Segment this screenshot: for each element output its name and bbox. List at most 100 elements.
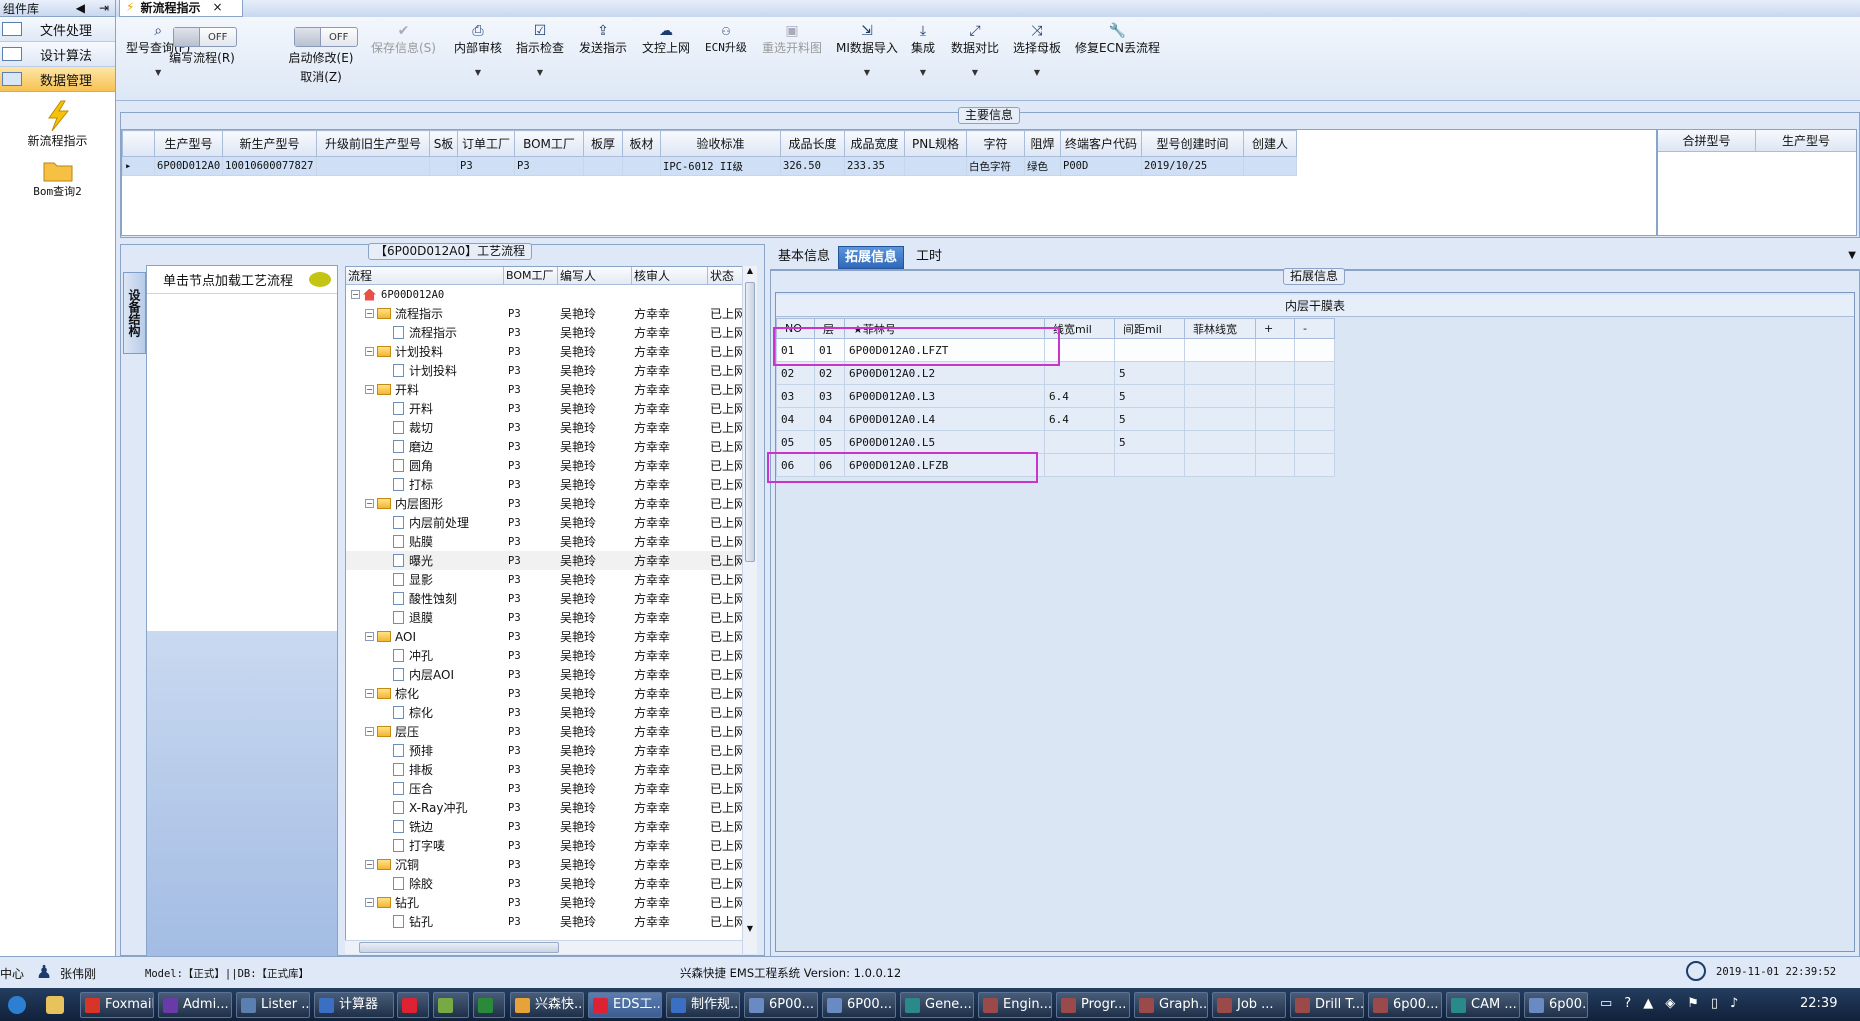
pin-icon[interactable]: ⇥ — [99, 1, 109, 15]
taskbar-item[interactable] — [433, 992, 469, 1018]
table-cell[interactable]: 5 — [1114, 361, 1185, 385]
save-info-button[interactable]: ✔ 保存信息(S) — [371, 23, 436, 56]
scroll-thumb[interactable] — [745, 282, 755, 562]
tree-row[interactable]: 钻孔 P3 吴艳玲 方幸幸 已上网 — [346, 912, 756, 931]
tree-row[interactable]: 曝光 P3 吴艳玲 方幸幸 已上网 — [346, 551, 756, 570]
column-header[interactable]: - — [1294, 318, 1335, 339]
table-row[interactable]: 04 04 6P00D012A0.L4 6.4 5 — [776, 407, 1335, 431]
taskbar-item[interactable]: Progr... — [1056, 992, 1130, 1018]
taskbar-item[interactable]: Admi... — [158, 992, 232, 1018]
taskbar-item[interactable]: CAM ... — [1446, 992, 1520, 1018]
table-cell[interactable]: 6.4 — [1044, 384, 1115, 408]
tree-row[interactable]: 计划投料 P3 吴艳玲 方幸幸 已上网 — [346, 361, 756, 380]
table-cell[interactable] — [1114, 453, 1185, 477]
mi-import-button[interactable]: ⇲ MI数据导入 ▼ — [836, 23, 898, 77]
tree-row[interactable]: 打字唛 P3 吴艳玲 方幸幸 已上网 — [346, 836, 756, 855]
tree-row[interactable]: 裁切 P3 吴艳玲 方幸幸 已上网 — [346, 418, 756, 437]
tab-basic-info[interactable]: 基本信息 — [772, 246, 836, 269]
column-header[interactable]: 板材 — [622, 130, 661, 157]
tree-row[interactable]: 打标 P3 吴艳玲 方幸幸 已上网 — [346, 475, 756, 494]
scroll-thumb[interactable] — [359, 942, 559, 953]
taskbar-item[interactable]: 6p00... — [1524, 992, 1588, 1018]
table-cell[interactable] — [1184, 453, 1256, 477]
close-icon[interactable]: × — [212, 0, 222, 14]
column-header[interactable]: 验收标准 — [660, 130, 781, 157]
column-header[interactable]: PNL规格 — [904, 130, 967, 157]
tree-row[interactable]: 退膜 P3 吴艳玲 方幸幸 已上网 — [346, 608, 756, 627]
table-cell[interactable] — [1255, 407, 1295, 431]
tree-vertical-scrollbar[interactable]: ▲ ▼ — [742, 266, 757, 954]
taskbar-item[interactable]: EDS工... — [588, 992, 662, 1018]
column-header[interactable]: 生产型号 — [154, 130, 223, 157]
table-cell[interactable] — [1294, 453, 1335, 477]
table-cell[interactable] — [1294, 361, 1335, 385]
table-cell[interactable] — [1184, 430, 1256, 454]
tree-row[interactable]: 流程指示 P3 吴艳玲 方幸幸 已上网 — [346, 323, 756, 342]
launcher-bom-query[interactable]: Bom查询2 — [0, 157, 115, 199]
tree-row[interactable]: 棕化 P3 吴艳玲 方幸幸 已上网 — [346, 703, 756, 722]
column-header[interactable]: 成品长度 — [780, 130, 845, 157]
nav-item-data-management[interactable]: 数据管理 — [0, 67, 115, 92]
taskbar-item[interactable]: 制作规... — [666, 992, 740, 1018]
tree-row[interactable]: X-Ray冲孔 P3 吴艳玲 方幸幸 已上网 — [346, 798, 756, 817]
table-cell[interactable] — [1255, 338, 1295, 362]
table-cell[interactable]: 6P00D012A0.L4 — [844, 407, 1045, 431]
table-cell[interactable]: 04 — [776, 407, 815, 431]
doc-upload-button[interactable]: ☁ 文控上网 — [642, 23, 690, 56]
launcher-new-flow[interactable]: 新流程指示 — [0, 100, 115, 149]
collapse-icon[interactable]: − — [365, 898, 374, 907]
collapse-icon[interactable]: − — [365, 347, 374, 356]
column-header[interactable]: 字符 — [966, 130, 1025, 157]
back-arrow-icon[interactable]: ◀ — [76, 1, 85, 15]
table-row[interactable]: 05 05 6P00D012A0.L5 5 — [776, 430, 1335, 454]
tree-row[interactable]: − 层压 P3 吴艳玲 方幸幸 已上网 — [346, 722, 756, 741]
tree-row[interactable]: − AOI P3 吴艳玲 方幸幸 已上网 — [346, 627, 756, 646]
column-header[interactable]: 终端客户代码 — [1060, 130, 1142, 157]
table-cell[interactable]: 05 — [814, 430, 845, 454]
load-hint[interactable]: 单击节点加载工艺流程 — [147, 266, 337, 294]
table-cell[interactable] — [1294, 338, 1335, 362]
tree-row[interactable]: 排板 P3 吴艳玲 方幸幸 已上网 — [346, 760, 756, 779]
shield-icon[interactable]: ◈ — [1665, 996, 1675, 1011]
tray-up-icon[interactable]: ▲ — [1643, 996, 1653, 1011]
taskbar-item[interactable]: Job ... — [1212, 992, 1286, 1018]
table-cell[interactable] — [1184, 407, 1256, 431]
tab-work-hours[interactable]: 工时 — [910, 246, 948, 269]
tree-row[interactable]: − 沉铜 P3 吴艳玲 方幸幸 已上网 — [346, 855, 756, 874]
chevron-down-icon[interactable]: ▼ — [1848, 250, 1856, 261]
column-header[interactable]: 间距mil — [1114, 318, 1185, 339]
tree-row[interactable]: 开料 P3 吴艳玲 方幸幸 已上网 — [346, 399, 756, 418]
tree-horizontal-scrollbar[interactable] — [345, 940, 742, 954]
help-icon[interactable]: ? — [1624, 996, 1631, 1011]
chevron-down-icon[interactable]: ▼ — [972, 68, 978, 77]
taskbar-item[interactable]: 6P00... — [822, 992, 896, 1018]
table-cell[interactable]: 5 — [1114, 430, 1185, 454]
table-row[interactable]: ▸ 6P00D012A0 10010600077827 P3 P3 IPC-6012 II… — [122, 156, 1297, 176]
table-cell[interactable]: 04 — [814, 407, 845, 431]
instruction-check-button[interactable]: ☑ 指示检查 ▼ — [516, 23, 564, 77]
taskbar-item[interactable]: Foxmail — [80, 992, 154, 1018]
nav-item-file-processing[interactable]: 文件处理 — [0, 17, 115, 42]
repair-ecn-button[interactable]: 🔧 修复ECN丢流程 — [1075, 23, 1160, 56]
taskbar-item[interactable]: Graph... — [1134, 992, 1208, 1018]
column-header[interactable]: 成品宽度 — [844, 130, 905, 157]
chevron-down-icon[interactable]: ▼ — [1034, 68, 1040, 77]
send-instruction-button[interactable]: ⇪ 发送指示 — [579, 23, 627, 56]
taskbar-item[interactable]: 兴森快... — [510, 992, 584, 1018]
tree-row[interactable]: 圆角 P3 吴艳玲 方幸幸 已上网 — [346, 456, 756, 475]
column-header[interactable]: 菲林线宽 — [1184, 318, 1256, 339]
tree-row[interactable]: 压合 P3 吴艳玲 方幸幸 已上网 — [346, 779, 756, 798]
taskbar-item[interactable]: Gene... — [900, 992, 974, 1018]
tree-row[interactable]: − 开料 P3 吴艳玲 方幸幸 已上网 — [346, 380, 756, 399]
column-header[interactable]: 订单工厂 — [457, 130, 515, 157]
network-icon[interactable]: ▭ — [1600, 996, 1612, 1011]
ecn-upgrade-button[interactable]: ⚇ ECN升级 — [705, 23, 747, 55]
column-header[interactable]: BOM工厂 — [514, 130, 584, 157]
tree-row[interactable]: 内层AOI P3 吴艳玲 方幸幸 已上网 — [346, 665, 756, 684]
tree-row[interactable]: 冲孔 P3 吴艳玲 方幸幸 已上网 — [346, 646, 756, 665]
table-cell[interactable] — [1184, 338, 1256, 362]
tree-row[interactable]: 预排 P3 吴艳玲 方幸幸 已上网 — [346, 741, 756, 760]
column-header[interactable]: 创建人 — [1243, 130, 1297, 157]
chevron-down-icon[interactable]: ▼ — [475, 68, 481, 77]
table-cell[interactable] — [1114, 338, 1185, 362]
